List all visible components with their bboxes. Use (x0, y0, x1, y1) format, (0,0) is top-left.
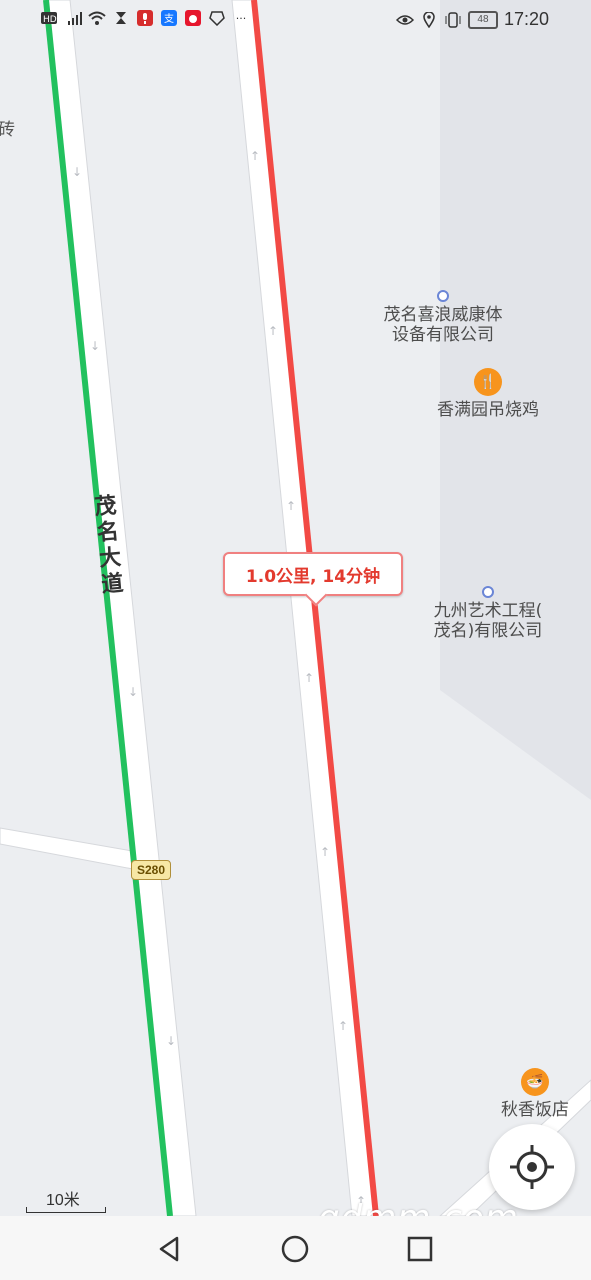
location-dot-icon (437, 290, 449, 302)
hourglass-icon (112, 9, 130, 27)
route-distance-time: 1.0公里, 14分钟 (245, 566, 381, 587)
vibrate-icon (444, 11, 462, 29)
recents-icon[interactable] (405, 1234, 435, 1264)
navigation-bar (0, 1216, 591, 1280)
svg-text:↓: ↓ (128, 685, 138, 699)
svg-text:HD: HD (43, 15, 57, 25)
poi-name-line2: 茂名)有限公司 (433, 621, 543, 641)
poi-name: 秋香饭店 (501, 1100, 569, 1120)
map-scale: 10米 (26, 1186, 106, 1214)
location-dot-icon (482, 586, 494, 598)
hd-icon: HD (40, 9, 58, 27)
svg-text:支: 支 (164, 13, 174, 25)
clock: 17:20 (503, 9, 549, 29)
app-icon-blue: 支 (160, 9, 178, 27)
highway-shield-s280: S280 (131, 860, 171, 880)
svg-text:↓: ↓ (72, 165, 82, 179)
battery-icon: 48 (467, 10, 498, 29)
svg-text:↑: ↑ (304, 671, 314, 685)
svg-text:↑: ↑ (320, 845, 330, 859)
svg-text:↑: ↑ (250, 149, 260, 163)
app-icon-weibo (184, 9, 202, 27)
back-icon[interactable] (155, 1234, 185, 1264)
poi-name: 茂名喜浪威康体 (383, 305, 503, 325)
route-info-bubble[interactable]: 1.0公里, 14分钟 (223, 552, 403, 607)
poi-maoming-xilangwei[interactable]: 茂名喜浪威康体 设备有限公司 (370, 290, 516, 345)
location-icon (420, 11, 438, 29)
wifi-icon (88, 9, 106, 27)
poi-name: 香满园吊烧鸡 (437, 400, 539, 420)
poi-qiuxiang-restaurant[interactable]: 🍜 秋香饭店 (490, 1068, 580, 1120)
status-bar: HD 支 ··· 48 17:20 (0, 0, 591, 40)
poi-name-line2: 设备有限公司 (392, 325, 494, 345)
4g-signal-icon (64, 9, 82, 27)
poi-jiuzhou-art[interactable]: 九州艺术工程( 茂名)有限公司 (420, 586, 556, 641)
scale-label: 10米 (46, 1192, 80, 1209)
watermark: gdmm.com (318, 1198, 519, 1216)
map-view[interactable]: ↓ ↓ ↓ ↓ ↑ ↑ ↑ ↑ ↑ ↑ ↑ HD 支 ··· 48 17:20 砖 茂名喜浪威康体… (0, 0, 591, 1216)
home-icon[interactable] (280, 1234, 310, 1264)
more-icon: ··· (235, 11, 247, 25)
eye-icon (395, 11, 414, 29)
restaurant-icon: 🍴 (474, 368, 502, 396)
svg-text:↓: ↓ (166, 1034, 176, 1048)
poi-xiangmanyuan[interactable]: 🍴 香满园吊烧鸡 (425, 368, 551, 420)
map-edge-label: 砖 (0, 120, 15, 140)
svg-text:↓: ↓ (90, 339, 100, 353)
poi-name: 九州艺术工程( (433, 601, 543, 621)
svg-text:↑: ↑ (268, 324, 278, 338)
restaurant-icon: 🍜 (521, 1068, 549, 1096)
scale-bar (26, 1207, 106, 1213)
svg-text:↑: ↑ (286, 499, 296, 513)
hand-icon (208, 9, 226, 27)
svg-text:↑: ↑ (338, 1019, 348, 1033)
mic-icon (136, 9, 154, 27)
